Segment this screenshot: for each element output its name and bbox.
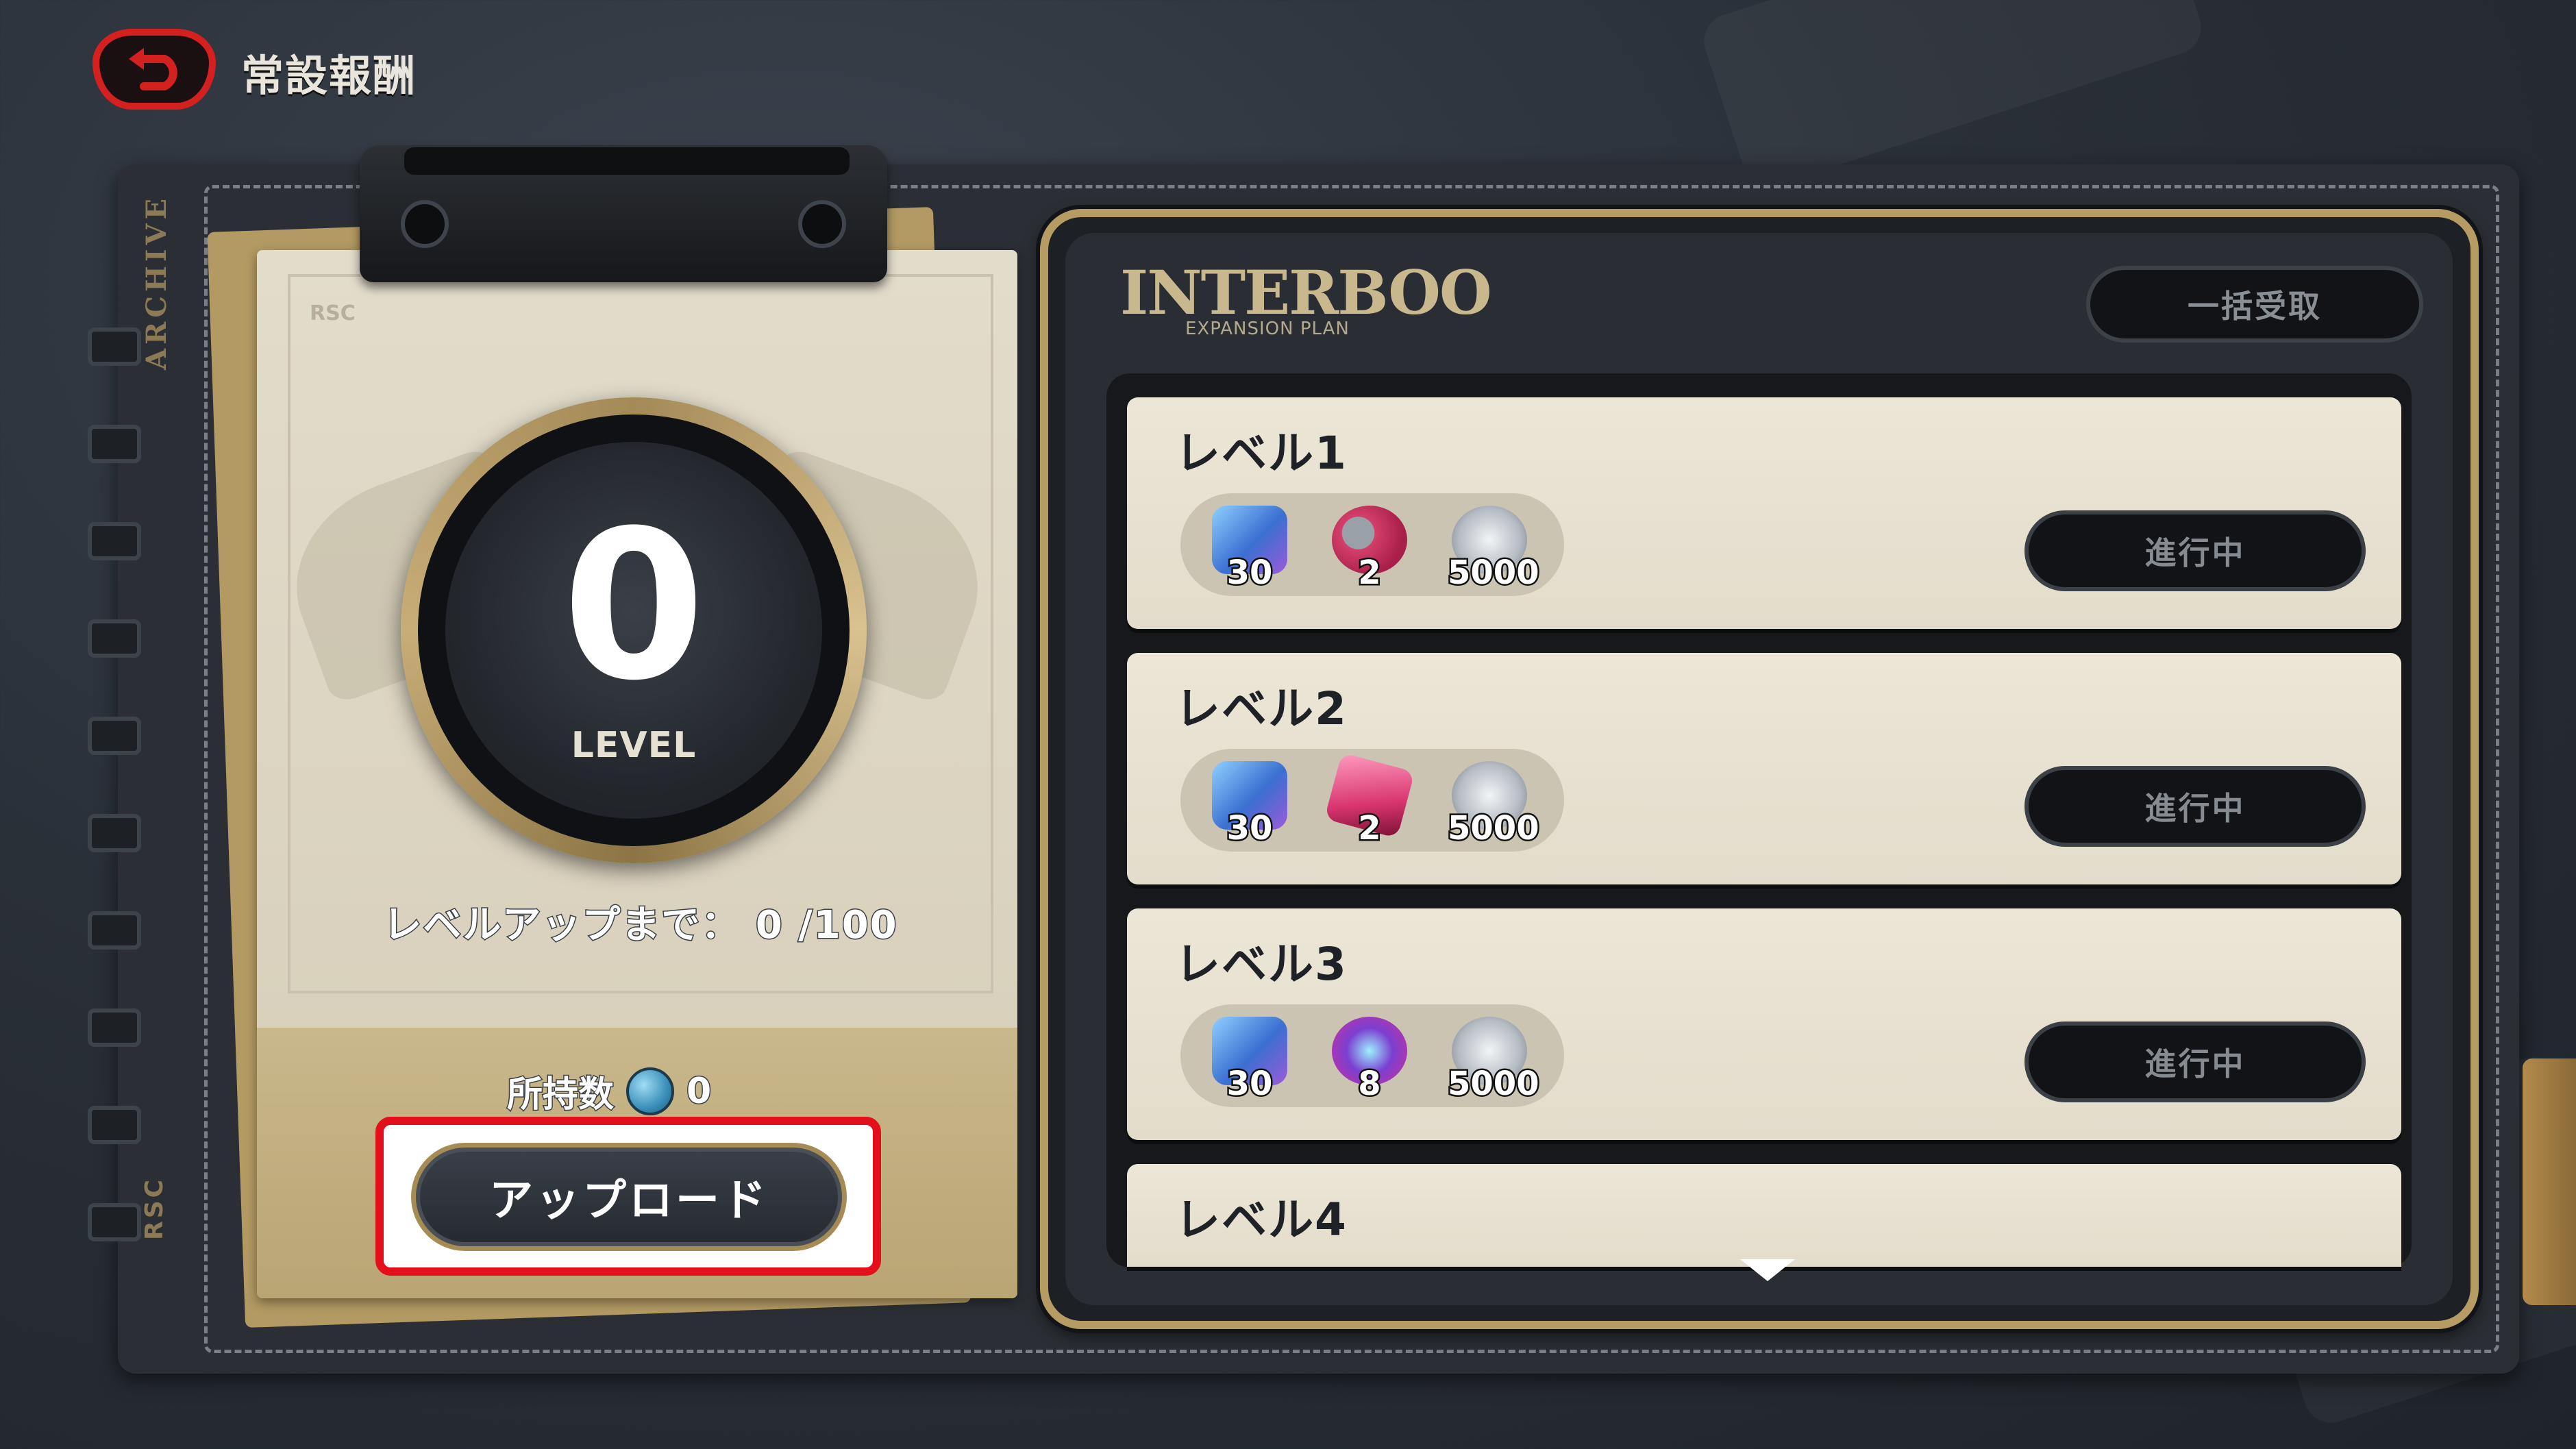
level-status-button[interactable]: 進行中 [2024, 1021, 2366, 1102]
binder-ring [88, 425, 141, 463]
binder-ring [88, 619, 141, 658]
side-tab[interactable] [2523, 1058, 2576, 1305]
binder-ring [88, 717, 141, 755]
reward-pill: 30 8 5000 [1180, 1004, 1564, 1107]
clip-screw-icon [798, 200, 846, 248]
binder-ring [88, 1008, 141, 1047]
level-card: レベル2 30 2 5000 進行中 [1127, 653, 2401, 884]
level-status-label: 進行中 [2144, 790, 2246, 827]
level-status-button[interactable]: 進行中 [2024, 766, 2366, 847]
brand-title: INTERBOO [1120, 257, 1492, 328]
back-arrow-icon [129, 48, 177, 90]
owned-value: 0 [686, 1069, 713, 1113]
reward-item[interactable]: 8 [1328, 1014, 1411, 1105]
reward-item[interactable]: 30 [1208, 503, 1291, 594]
reward-item[interactable]: 30 [1208, 1014, 1291, 1105]
level-card-title: レベル4 [1175, 1193, 1348, 1246]
level-label: LEVEL [571, 725, 697, 766]
level-progress-text: レベルアップまで： 0 /100 [382, 902, 898, 949]
reward-item[interactable]: 5000 [1446, 758, 1541, 850]
reward-qty: 30 [1225, 1063, 1274, 1105]
clip-screw-icon [401, 200, 449, 248]
claim-all-label: 一括受取 [2188, 288, 2322, 325]
reward-qty: 5000 [1446, 808, 1541, 850]
back-button[interactable] [92, 29, 216, 110]
page-title: 常設報酬 [241, 51, 417, 101]
reward-qty: 2 [1357, 552, 1383, 594]
scroll-down-arrow-icon[interactable] [1740, 1259, 1795, 1281]
binder-ring [88, 327, 141, 366]
reward-qty: 8 [1357, 1063, 1383, 1105]
level-card: レベル4 [1127, 1164, 2401, 1267]
level-card-title: レベル2 [1175, 682, 1348, 735]
spine-label-rsc: RSC [140, 1176, 169, 1240]
reward-pill: 30 2 5000 [1180, 493, 1564, 596]
reward-pill: 30 2 5000 [1180, 749, 1564, 852]
level-card-title: レベル1 [1175, 427, 1348, 480]
brand-subtitle: EXPANSION PLAN [1185, 319, 1350, 339]
reward-item[interactable]: 5000 [1446, 1014, 1541, 1105]
binder-ring [88, 814, 141, 852]
reward-item[interactable]: 2 [1328, 503, 1411, 594]
paper-rsc-mark: RSC [310, 301, 356, 325]
reward-qty: 5000 [1446, 552, 1541, 594]
level-card-title: レベル3 [1175, 938, 1348, 991]
owned-count-row: 所持数 0 [506, 1065, 713, 1117]
level-status-button[interactable]: 進行中 [2024, 510, 2366, 591]
claim-all-button[interactable]: 一括受取 [2086, 266, 2423, 343]
clip-bar [404, 147, 850, 175]
upload-button-label: アップロード [489, 1176, 769, 1226]
reward-item[interactable]: 30 [1208, 758, 1291, 850]
binder-ring [88, 1203, 141, 1241]
spine-label: ARCHIVE [140, 194, 173, 370]
upload-button[interactable]: アップロード [411, 1143, 847, 1251]
level-card: レベル3 30 8 5000 進行中 [1127, 908, 2401, 1140]
binder-ring [88, 911, 141, 950]
level-status-label: 進行中 [2144, 1045, 2246, 1082]
reward-qty: 30 [1225, 808, 1274, 850]
level-value: 0 [562, 486, 706, 726]
reward-qty: 30 [1225, 552, 1274, 594]
data-coin-icon [626, 1067, 675, 1115]
reward-item[interactable]: 2 [1324, 752, 1415, 850]
binder-ring [88, 1106, 141, 1144]
owned-label: 所持数 [506, 1074, 615, 1117]
level-status-label: 進行中 [2144, 534, 2246, 571]
binder-ring [88, 522, 141, 560]
reward-qty: 5000 [1446, 1063, 1541, 1105]
reward-qty: 2 [1357, 808, 1383, 850]
level-card: レベル1 30 2 5000 進行中 [1127, 397, 2401, 629]
reward-item[interactable]: 5000 [1446, 503, 1541, 594]
